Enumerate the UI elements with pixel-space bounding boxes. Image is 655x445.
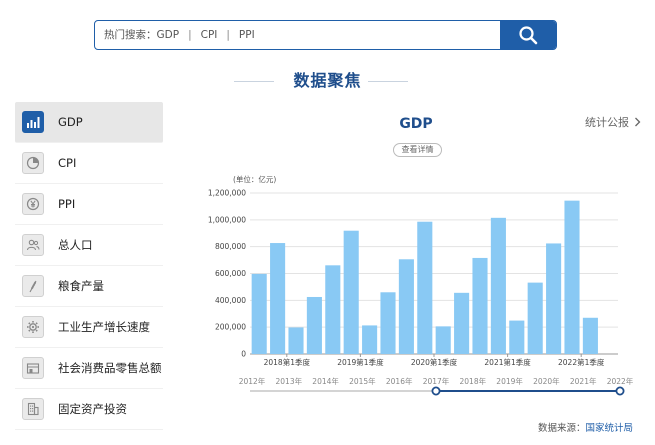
slider-year-label: 2022年 (607, 376, 634, 386)
slider-end-handle[interactable] (615, 386, 625, 396)
building-icon (22, 398, 44, 420)
sidebar-item-gdp[interactable]: GDP (15, 102, 163, 143)
source-org-link[interactable]: 国家统计局 (586, 423, 634, 434)
y-tick-label: 0 (241, 350, 246, 359)
search-input[interactable]: 热门搜索：GDP | CPI | PPI (95, 21, 500, 49)
chart-title: GDP (399, 116, 433, 132)
sidebar-item-ppi[interactable]: PPI (15, 184, 163, 225)
bar (325, 265, 341, 354)
gear-icon (22, 316, 44, 338)
sidebar-item-retail-sales[interactable]: 社会消费品零售总额 (15, 348, 163, 389)
hot-term-cpi[interactable]: CPI (201, 29, 218, 41)
data-source: 数据来源：国家统计局 (538, 420, 633, 434)
stat-bulletin-link[interactable]: 统计公报 (585, 114, 641, 130)
section-title: 数据聚焦 (293, 71, 362, 90)
separator: | (188, 29, 192, 41)
bar-chart-icon (22, 111, 44, 133)
slider-year-label: 2017年 (423, 376, 450, 386)
bar (306, 296, 322, 354)
x-tick-label: 2019第1季度 (337, 357, 384, 367)
slider-year-label: 2013年 (276, 376, 303, 386)
people-icon (22, 234, 44, 256)
section-header: 数据聚焦 (0, 68, 655, 94)
sidebar-item-label: 社会消费品零售总额 (58, 361, 162, 375)
search-icon (519, 26, 538, 45)
bar (435, 326, 451, 354)
bar (288, 327, 304, 354)
y-tick-label: 1,200,000 (208, 189, 246, 198)
sidebar-item-label: CPI (58, 156, 77, 170)
slider-year-label: 2014年 (312, 376, 339, 386)
stat-bulletin-label: 统计公报 (585, 116, 629, 129)
sidebar-item-industrial-growth[interactable]: 工业生产增长速度 (15, 307, 163, 348)
y-axis-unit: (单位：亿元) (233, 174, 276, 184)
slider-year-label: 2021年 (570, 376, 597, 386)
pie-chart-icon (22, 152, 44, 174)
bar (472, 257, 488, 354)
bar (380, 292, 396, 354)
bar (417, 221, 433, 354)
bar (362, 325, 378, 354)
bar (270, 243, 286, 354)
y-tick-label: 600,000 (215, 269, 246, 278)
slider-year-label: 2016年 (386, 376, 413, 386)
sidebar-item-label: 总人口 (58, 238, 93, 252)
sidebar-item-population[interactable]: 总人口 (15, 225, 163, 266)
sidebar-item-label: 固定资产投资 (58, 402, 127, 416)
hot-term-ppi[interactable]: PPI (239, 29, 255, 41)
bar (343, 230, 359, 354)
y-tick-label: 1,000,000 (208, 215, 246, 224)
bar (398, 259, 414, 354)
slider-year-label: 2018年 (460, 376, 487, 386)
slider-year-label: 2019年 (496, 376, 523, 386)
bar (546, 243, 562, 354)
y-tick-label: 400,000 (215, 296, 246, 305)
retail-icon (22, 357, 44, 379)
sidebar-item-label: GDP (58, 115, 83, 129)
bar (564, 200, 580, 354)
x-tick-label: 2022第1季度 (558, 357, 605, 367)
slider-year-label: 2015年 (349, 376, 376, 386)
sidebar-item-fixed-asset-investment[interactable]: 固定资产投资 (15, 389, 163, 430)
view-details-button[interactable]: 查看详情 (393, 143, 442, 157)
hot-term-gdp[interactable]: GDP (157, 29, 180, 41)
chevron-right-icon (634, 117, 640, 127)
y-tick-label: 200,000 (215, 323, 246, 332)
y-tick-label: 800,000 (215, 242, 246, 251)
sidebar-item-label: PPI (58, 197, 76, 211)
bar (527, 282, 543, 354)
sidebar-item-label: 工业生产增长速度 (58, 320, 150, 334)
bar (490, 217, 506, 354)
bar (582, 317, 598, 354)
search-button[interactable] (500, 21, 556, 49)
slider-year-label: 2020年 (533, 376, 560, 386)
separator: | (226, 29, 230, 41)
x-tick-label: 2021第1季度 (484, 357, 531, 367)
x-tick-label: 2020第1季度 (411, 357, 458, 367)
search-bar[interactable]: 热门搜索：GDP | CPI | PPI (94, 20, 557, 50)
wheat-icon (22, 275, 44, 297)
slider-start-handle[interactable] (431, 386, 441, 396)
yen-icon (22, 193, 44, 215)
sidebar-item-cpi[interactable]: CPI (15, 143, 163, 184)
sidebar-item-label: 粮食产量 (58, 279, 104, 293)
sidebar-item-grain[interactable]: 粮食产量 (15, 266, 163, 307)
bar (509, 320, 525, 354)
source-label: 数据来源： (538, 423, 586, 434)
sidebar: GDP CPI PPI 总人口 粮食产量 工业生产增长速度 社会消费品零售总额 … (15, 102, 163, 430)
divider (368, 81, 408, 82)
search-hot-label: 热门搜索： (104, 29, 157, 41)
bar (251, 273, 267, 354)
x-tick-label: 2018第1季度 (264, 357, 311, 367)
bar (454, 292, 470, 354)
slider-year-label: 2012年 (239, 376, 266, 386)
